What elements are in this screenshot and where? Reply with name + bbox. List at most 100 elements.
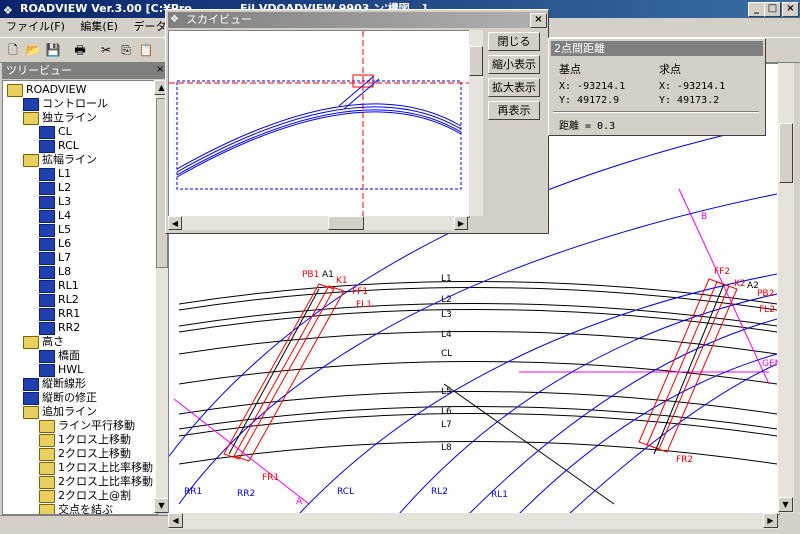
- minimize-button[interactable]: _: [748, 2, 765, 17]
- tree-pane-header: ツリービュー: [2, 63, 168, 79]
- tree-item[interactable]: CL: [39, 125, 72, 139]
- skyview-canvas[interactable]: [168, 30, 470, 218]
- tree-item[interactable]: 2クロス上@割: [39, 489, 131, 503]
- paste-icon[interactable]: 📋: [136, 41, 156, 59]
- label-rl2: RL2: [431, 487, 448, 497]
- document-icon: [39, 349, 55, 363]
- skyview-scroll-left-icon[interactable]: ◀: [168, 216, 182, 230]
- save-icon[interactable]: 💾: [43, 41, 63, 59]
- tree-item[interactable]: 拡幅ライン: [23, 153, 97, 167]
- tree-item[interactable]: RR1: [39, 307, 80, 321]
- tree-item[interactable]: 2クロス上比率移動: [39, 475, 153, 489]
- tree-item[interactable]: ライン平行移動: [39, 419, 135, 433]
- skyview-zoom-out-button[interactable]: 縮小表示: [488, 55, 540, 74]
- menu-file[interactable]: ファイル(F): [0, 18, 71, 36]
- tree-item[interactable]: L7: [39, 251, 71, 265]
- tree-item[interactable]: L6: [39, 237, 71, 251]
- tree-item[interactable]: 1クロス上比率移動: [39, 461, 153, 475]
- label-a1: A1: [322, 270, 334, 280]
- close-button[interactable]: ×: [782, 2, 799, 17]
- tree-item[interactable]: RL1: [39, 279, 79, 293]
- folder-icon: [39, 461, 55, 475]
- new-file-icon[interactable]: 🗋: [3, 41, 23, 59]
- skyview-redraw-button[interactable]: 再表示: [488, 101, 540, 120]
- tree-item[interactable]: 追加ライン: [23, 405, 97, 419]
- blue-curve-5: [468, 318, 778, 514]
- canvas-scroll-left-icon[interactable]: ◀: [168, 513, 183, 528]
- copy-icon[interactable]: ⎘: [116, 41, 136, 59]
- label-b: B: [701, 212, 707, 222]
- tree-item[interactable]: 橋面: [39, 349, 80, 363]
- skyview-zoom-in-button[interactable]: 拡大表示: [488, 78, 540, 97]
- folder-icon: [39, 433, 55, 447]
- document-icon: [39, 125, 55, 139]
- maximize-button[interactable]: □: [764, 2, 781, 17]
- skyview-vscroll-thumb[interactable]: [469, 46, 483, 76]
- folder-icon: [39, 503, 55, 514]
- tree-item[interactable]: RCL: [39, 139, 79, 153]
- tree-item[interactable]: HWL: [39, 363, 83, 377]
- skyview-dialog: ❖ スカイビュー × ◀ ▶ 閉じる 縮小表示 拡大表示 再表示: [165, 9, 549, 234]
- tree-item[interactable]: RL2: [39, 293, 79, 307]
- tree-item-label: ライン平行移動: [58, 419, 135, 432]
- tree-item[interactable]: 縦断線形: [23, 377, 86, 391]
- menu-edit[interactable]: 編集(E): [74, 18, 124, 36]
- tree-item[interactable]: 1クロス上移動: [39, 433, 131, 447]
- road-line-l1: [178, 281, 778, 305]
- skyview-hscroll-thumb[interactable]: [328, 216, 364, 230]
- document-icon: [39, 293, 55, 307]
- tree-item[interactable]: 独立ライン: [23, 111, 97, 125]
- folder-icon: [23, 405, 39, 419]
- tree-item[interactable]: L3: [39, 195, 71, 209]
- tree-item-label: 独立ライン: [42, 111, 97, 124]
- road-line-l2: [178, 303, 778, 327]
- tree-pane-close-icon[interactable]: ×: [156, 64, 164, 75]
- tree-item-label: L8: [58, 265, 72, 278]
- tree-item[interactable]: L2: [39, 181, 71, 195]
- folder-icon: [39, 475, 55, 489]
- document-icon: [39, 195, 55, 209]
- tree-item[interactable]: L4: [39, 209, 71, 223]
- tree-item[interactable]: RR2: [39, 321, 80, 335]
- label-k2: K2: [734, 279, 746, 289]
- cut-icon[interactable]: ✂: [96, 41, 116, 59]
- open-folder-icon[interactable]: 📂: [23, 41, 43, 59]
- canvas-scroll-right-icon[interactable]: ▶: [763, 513, 778, 528]
- skyview-vscrollbar[interactable]: [469, 30, 483, 216]
- tree-item[interactable]: 縦断の修正: [23, 391, 97, 405]
- skyview-close-button[interactable]: ×: [530, 13, 547, 28]
- folder-icon: [39, 419, 55, 433]
- scroll-down-icon[interactable]: ▼: [154, 498, 169, 513]
- tree-item-label: ROADVIEW: [26, 83, 87, 96]
- tree-item-label: 橋面: [58, 349, 80, 362]
- tree-item-label: L3: [58, 195, 72, 208]
- tree-item[interactable]: 高さ: [23, 335, 64, 349]
- tree-item[interactable]: L1: [39, 167, 71, 181]
- distance-title: 2点間距離: [551, 41, 763, 56]
- skyview-scroll-right-icon[interactable]: ▶: [454, 216, 468, 230]
- skyview-hscrollbar[interactable]: ◀ ▶: [168, 216, 468, 230]
- canvas-vscroll-thumb[interactable]: [779, 123, 793, 183]
- canvas-scroll-down-icon[interactable]: ▼: [778, 497, 793, 512]
- tree-item[interactable]: L5: [39, 223, 71, 237]
- tree-item[interactable]: ROADVIEW: [7, 83, 87, 97]
- label-rcl: RCL: [337, 487, 354, 497]
- tree-item[interactable]: 2クロス上移動: [39, 447, 131, 461]
- tree-item-label: 拡幅ライン: [42, 153, 97, 166]
- base-x: X: -93214.1: [559, 81, 626, 92]
- label-pb2: PB2: [757, 289, 774, 299]
- print-icon[interactable]: 🖶: [70, 41, 90, 59]
- tree-item-label: RR2: [58, 321, 81, 334]
- tree-item[interactable]: 交点を結ぶ: [39, 503, 113, 514]
- tree-item[interactable]: L8: [39, 265, 71, 279]
- target-y: Y: 49173.2: [659, 95, 720, 106]
- canvas-hscrollbar[interactable]: ◀ ▶: [168, 513, 778, 529]
- label-l5: L5: [441, 387, 452, 397]
- tree-item[interactable]: コントロール: [23, 97, 108, 111]
- tree-item-label: RR1: [58, 307, 81, 320]
- document-icon: [39, 209, 55, 223]
- tree-item-label: 2クロス上移動: [58, 447, 131, 460]
- skyview-close-btn[interactable]: 閉じる: [488, 32, 540, 51]
- canvas-vscrollbar[interactable]: ▼: [778, 63, 794, 513]
- label-cl: CL: [441, 349, 452, 359]
